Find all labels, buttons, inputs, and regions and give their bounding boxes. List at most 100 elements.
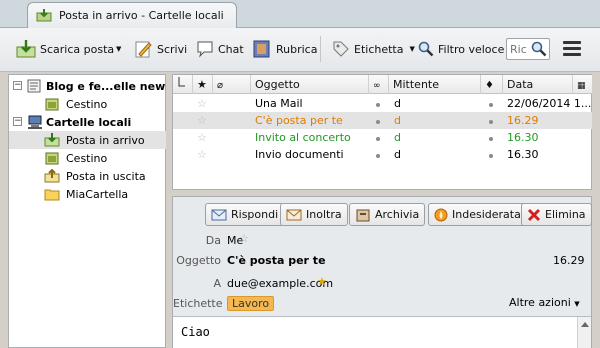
- sender-header-label: Mittente: [393, 78, 439, 91]
- collapse-twisty-icon[interactable]: −: [13, 117, 22, 126]
- reply-button[interactable]: Rispondi: [205, 203, 285, 226]
- archive-label: Archivia: [375, 208, 420, 221]
- thread-header: ★ ⌀ Oggetto ∞ Mittente ♦ Data ▦: [173, 75, 592, 94]
- write-button[interactable]: Scrivi: [135, 38, 187, 60]
- inbox-icon: [44, 133, 60, 147]
- star-icon[interactable]: ☆: [197, 97, 207, 110]
- message-time: 16.29: [553, 254, 585, 267]
- delete-label: Elimina: [545, 208, 586, 221]
- message-pane: Rispondi Inoltra Archivia Indesiderata E…: [172, 196, 592, 348]
- subject-label: Oggetto: [176, 254, 221, 267]
- tags-label: Etichette: [173, 297, 223, 310]
- read-dot-icon[interactable]: [376, 154, 380, 158]
- star-icon: ★: [197, 78, 207, 91]
- address-book-label: Rubrica: [276, 42, 318, 56]
- folder-item-trash-blog[interactable]: Cestino: [9, 95, 166, 113]
- get-mail-label: Scarica posta: [40, 42, 115, 56]
- forward-icon: [286, 209, 302, 220]
- junk-column-header[interactable]: ♦: [481, 75, 503, 94]
- tab-inbox[interactable]: Posta in arrivo - Cartelle locali: [27, 2, 237, 29]
- star-icon[interactable]: ★: [317, 275, 327, 288]
- column-picker-icon: ▦: [577, 81, 586, 91]
- paperclip-icon: ⌀: [217, 80, 224, 91]
- search-input[interactable]: [510, 42, 532, 56]
- folder-pane: − Blog e fe...elle news Cestino − Cartel…: [8, 74, 172, 348]
- chevron-down-icon: ▼: [409, 45, 415, 53]
- thread-icon: [178, 77, 185, 87]
- junk-dot-icon[interactable]: [489, 120, 493, 124]
- message-subject: Invito al concerto: [255, 131, 351, 144]
- message-date: 16.30: [507, 131, 539, 144]
- star-column-header[interactable]: ★: [193, 75, 213, 94]
- archive-icon: [356, 209, 370, 221]
- folder-icon: [44, 189, 60, 201]
- window-edge: [592, 74, 600, 348]
- thread-column-header[interactable]: [173, 75, 193, 94]
- account-label: Cartelle locali: [46, 116, 132, 129]
- junk-dot-icon[interactable]: [489, 137, 493, 141]
- other-actions-button[interactable]: Altre azioni ▼: [509, 296, 580, 309]
- app-menu-button[interactable]: [563, 41, 581, 57]
- forward-button[interactable]: Inoltra: [280, 203, 348, 226]
- inbox-tray-icon: [36, 9, 52, 22]
- junk-dot-icon[interactable]: [489, 103, 493, 107]
- read-column-header[interactable]: ∞: [369, 75, 389, 94]
- computer-icon: [28, 115, 42, 129]
- message-scrollbar[interactable]: [577, 317, 591, 348]
- address-book-icon: [253, 40, 270, 58]
- tag-button[interactable]: Etichetta ▼: [332, 38, 415, 60]
- outbox-icon: [44, 169, 60, 183]
- scroll-up-icon[interactable]: [581, 322, 589, 327]
- read-dot-icon[interactable]: [376, 137, 380, 141]
- table-row[interactable]: ☆ C'è posta per te d 16.29: [173, 112, 592, 129]
- get-mail-dropdown[interactable]: ▼: [114, 38, 121, 60]
- folder-item-trash[interactable]: Cestino: [9, 149, 166, 167]
- junk-dot-icon[interactable]: [489, 154, 493, 158]
- subject-header-label: Oggetto: [255, 78, 300, 91]
- account-blog-news[interactable]: − Blog e fe...elle news: [9, 77, 172, 95]
- table-row[interactable]: ☆ Invio documenti d 16.30: [173, 146, 592, 163]
- junk-label: Indesiderata: [452, 208, 521, 221]
- message-sender: d: [394, 114, 401, 127]
- address-book-button[interactable]: Rubrica: [252, 38, 317, 60]
- delete-button[interactable]: Elimina: [521, 203, 592, 226]
- folder-item-inbox[interactable]: Posta in arrivo: [9, 131, 166, 149]
- tag-badge: Lavoro: [227, 296, 275, 311]
- attachment-column-header[interactable]: ⌀: [213, 75, 251, 94]
- message-sender: d: [394, 97, 401, 110]
- chat-bubble-icon: [197, 41, 213, 58]
- get-mail-button[interactable]: Scarica posta: [16, 38, 114, 60]
- junk-button[interactable]: Indesiderata: [428, 203, 527, 226]
- collapse-twisty-icon[interactable]: −: [13, 81, 22, 90]
- folder-item-miacartella[interactable]: MiaCartella: [9, 185, 166, 203]
- account-local-folders[interactable]: − Cartelle locali: [9, 113, 166, 131]
- search-box[interactable]: [506, 38, 550, 60]
- chat-button[interactable]: Chat: [196, 38, 244, 60]
- reply-label: Rispondi: [231, 208, 279, 221]
- read-dot-icon[interactable]: [376, 103, 380, 107]
- flame-icon: [434, 208, 448, 221]
- write-label: Scrivi: [157, 42, 188, 56]
- folder-item-outbox[interactable]: Posta in uscita: [9, 167, 166, 185]
- trash-icon: [45, 152, 59, 165]
- table-row[interactable]: ☆ Invito al concerto d 16.30: [173, 129, 592, 146]
- folder-label: Cestino: [66, 98, 108, 111]
- date-header-label: Data: [507, 78, 534, 91]
- subject-column-header[interactable]: Oggetto: [251, 75, 369, 94]
- sender-column-header[interactable]: Mittente: [389, 75, 481, 94]
- star-icon[interactable]: ☆: [197, 131, 207, 144]
- archive-button[interactable]: Archivia: [349, 203, 426, 226]
- column-picker[interactable]: ▦: [573, 75, 592, 94]
- star-icon[interactable]: ☆: [197, 114, 207, 127]
- star-icon[interactable]: ☆: [239, 232, 249, 245]
- search-icon[interactable]: [531, 41, 547, 57]
- message-subject: Invio documenti: [255, 148, 344, 161]
- quick-filter-button[interactable]: Filtro veloce: [418, 38, 504, 60]
- read-dot-icon[interactable]: [376, 120, 380, 124]
- from-label: Da: [205, 234, 221, 247]
- pencil-icon: [135, 41, 152, 58]
- table-row[interactable]: ☆ Una Mail d 22/06/2014 1...: [173, 95, 592, 112]
- flame-icon: ♦: [485, 80, 494, 91]
- date-column-header[interactable]: Data: [503, 75, 573, 94]
- star-icon[interactable]: ☆: [197, 148, 207, 161]
